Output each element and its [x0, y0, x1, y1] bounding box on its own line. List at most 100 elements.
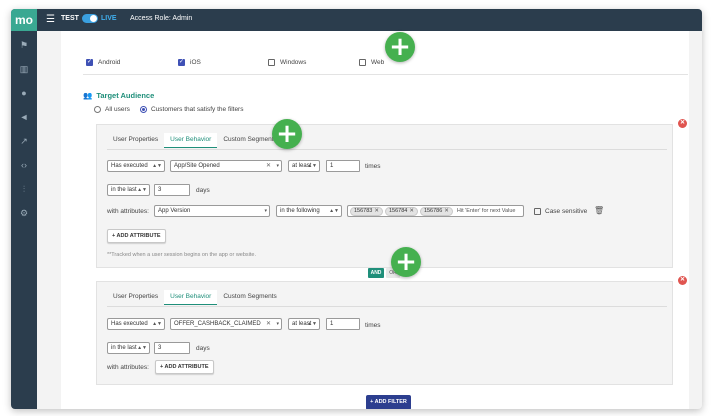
access-role-label: Access Role: Admin	[130, 15, 193, 22]
count-input[interactable]: 1	[326, 318, 360, 330]
case-sensitive-option[interactable]: Case sensitive	[534, 208, 587, 215]
add-filter-button[interactable]: + ADD FILTER	[366, 395, 411, 409]
filter-tabs: User Properties User Behavior Custom Seg…	[107, 133, 283, 148]
env-live-label: LIVE	[101, 15, 117, 22]
plus-marker-icon: +	[272, 119, 302, 149]
select-caret-icon: ▲▼	[152, 163, 162, 169]
period-select[interactable]: in the last ▲▼	[107, 184, 150, 196]
tabs-divider	[107, 306, 667, 307]
event-value: OFFER_CASHBACK_CLAIMED	[174, 321, 261, 327]
tag-placeholder: Hit 'Enter' for next Value	[456, 208, 516, 214]
times-label: times	[365, 163, 381, 170]
remove-tag-icon[interactable]: ✕	[409, 208, 414, 214]
platform-android[interactable]: Android	[86, 58, 121, 66]
count-input[interactable]: 1	[326, 160, 360, 172]
clear-icon[interactable]: ✕	[266, 161, 271, 171]
platform-label: Android	[98, 59, 121, 66]
tabs-divider	[107, 149, 667, 150]
tag-label: 156786	[423, 207, 443, 214]
action-select[interactable]: Has executed ▲▼	[107, 318, 165, 330]
app-window: mo ☰ TEST LIVE Access Role: Admin ⚑ ▥ ● …	[11, 9, 702, 409]
tab-custom-segments[interactable]: Custom Segments	[217, 290, 282, 305]
radio-all-users[interactable]: All users	[94, 106, 130, 113]
remove-filter-icon[interactable]: ✕	[678, 276, 687, 285]
app-logo: mo	[11, 9, 37, 31]
action-value: Has executed	[111, 163, 148, 169]
period-select[interactable]: in the last ▲▼	[107, 342, 150, 354]
with-attributes-label: with attributes:	[107, 364, 149, 371]
and-button[interactable]: AND	[368, 268, 384, 278]
gear-icon[interactable]: ⚙	[18, 207, 30, 219]
event-select[interactable]: App/Site Opened ✕ ▾	[170, 160, 282, 172]
tab-user-behavior[interactable]: User Behavior	[164, 290, 218, 305]
target-audience-label: Target Audience	[96, 91, 155, 100]
attribute-select[interactable]: App Version ▾	[154, 205, 270, 217]
top-bar: mo ☰ TEST LIVE Access Role: Admin	[11, 9, 702, 31]
plus-marker-icon: +	[385, 32, 415, 62]
attribute-operator-select[interactable]: in the following ▲▼	[276, 205, 342, 217]
all-users-label: All users	[105, 106, 130, 113]
remove-filter-icon[interactable]: ✕	[678, 119, 687, 128]
bar-chart-icon[interactable]: ▥	[18, 63, 30, 75]
action-select[interactable]: Has executed ▲▼	[107, 160, 165, 172]
tab-user-properties[interactable]: User Properties	[107, 290, 164, 305]
code-icon[interactable]: ‹›	[18, 159, 30, 171]
clear-icon[interactable]: ✕	[266, 319, 271, 329]
add-attribute-button[interactable]: + ADD ATTRIBUTE	[107, 229, 166, 243]
operator-value: in the following	[280, 208, 320, 214]
windows-checkbox[interactable]	[268, 59, 275, 66]
remove-tag-icon[interactable]: ✕	[444, 208, 449, 214]
platform-web[interactable]: Web	[359, 59, 384, 66]
case-sensitive-checkbox[interactable]	[534, 208, 541, 215]
attribute-values-input[interactable]: 156783 ✕ 156784 ✕ 156786 ✕ Hit 'Enter' for …	[347, 205, 524, 217]
users-icon: 👥	[83, 91, 93, 100]
event-value: App/Site Opened	[174, 163, 220, 169]
users-icon[interactable]: ●	[18, 87, 30, 99]
megaphone-icon[interactable]: ◄	[18, 111, 30, 123]
plus-marker-icon: +	[391, 247, 421, 277]
all-users-radio[interactable]	[94, 106, 101, 113]
trend-chart-icon[interactable]: ↗	[18, 135, 30, 147]
chevron-down-icon: ▾	[276, 321, 279, 327]
event-select[interactable]: OFFER_CASHBACK_CLAIMED ✕ ▾	[170, 318, 282, 330]
ios-checkbox[interactable]	[178, 58, 185, 66]
comparator-select[interactable]: at least ▲▼	[288, 160, 320, 172]
android-checkbox[interactable]	[86, 58, 93, 66]
period-input[interactable]: 3	[154, 342, 190, 354]
comparator-select[interactable]: at least ▲▼	[288, 318, 320, 330]
trash-icon[interactable]: 🗑	[594, 206, 604, 215]
period-input[interactable]: 3	[154, 184, 190, 196]
filter-tabs: User Properties User Behavior Custom Seg…	[107, 290, 283, 305]
chevron-down-icon: ▾	[276, 163, 279, 169]
value-tag: 156786 ✕	[419, 206, 453, 216]
radio-filters[interactable]: Customers that satisfy the filters	[140, 106, 243, 113]
flag-icon[interactable]: ⚑	[18, 39, 30, 51]
web-checkbox[interactable]	[359, 59, 366, 66]
sliders-icon[interactable]: ⫶	[18, 183, 30, 195]
chevron-down-icon: ▾	[264, 208, 267, 214]
tracking-note: **Tracked when a user session begins on …	[107, 252, 256, 258]
add-attribute-button[interactable]: + ADD ATTRIBUTE	[155, 360, 214, 374]
env-test-label: TEST	[61, 15, 79, 22]
environment-toggle[interactable]	[82, 14, 98, 23]
with-attributes-label: with attributes:	[107, 208, 149, 215]
remove-tag-icon[interactable]: ✕	[374, 208, 379, 214]
platform-label: iOS	[190, 59, 201, 66]
platform-windows[interactable]: Windows	[268, 59, 306, 66]
days-label: days	[196, 187, 210, 194]
times-label: times	[365, 322, 381, 329]
section-divider	[83, 74, 688, 75]
tab-user-behavior[interactable]: User Behavior	[164, 133, 218, 148]
value-tag: 156783 ✕	[350, 206, 383, 216]
platform-label: Windows	[280, 59, 307, 66]
attribute-value: App Version	[158, 208, 191, 214]
menu-icon[interactable]: ☰	[46, 14, 55, 25]
tab-user-properties[interactable]: User Properties	[107, 133, 164, 148]
days-label: days	[196, 345, 210, 352]
value-tag: 156784 ✕	[384, 206, 418, 216]
case-sensitive-label: Case sensitive	[545, 208, 588, 215]
filters-radio[interactable]	[140, 106, 147, 113]
platform-ios[interactable]: iOS	[178, 58, 201, 66]
sidebar: ⚑ ▥ ● ◄ ↗ ‹› ⫶ ⚙	[11, 31, 37, 409]
select-caret-icon: ▲▼	[307, 163, 317, 169]
